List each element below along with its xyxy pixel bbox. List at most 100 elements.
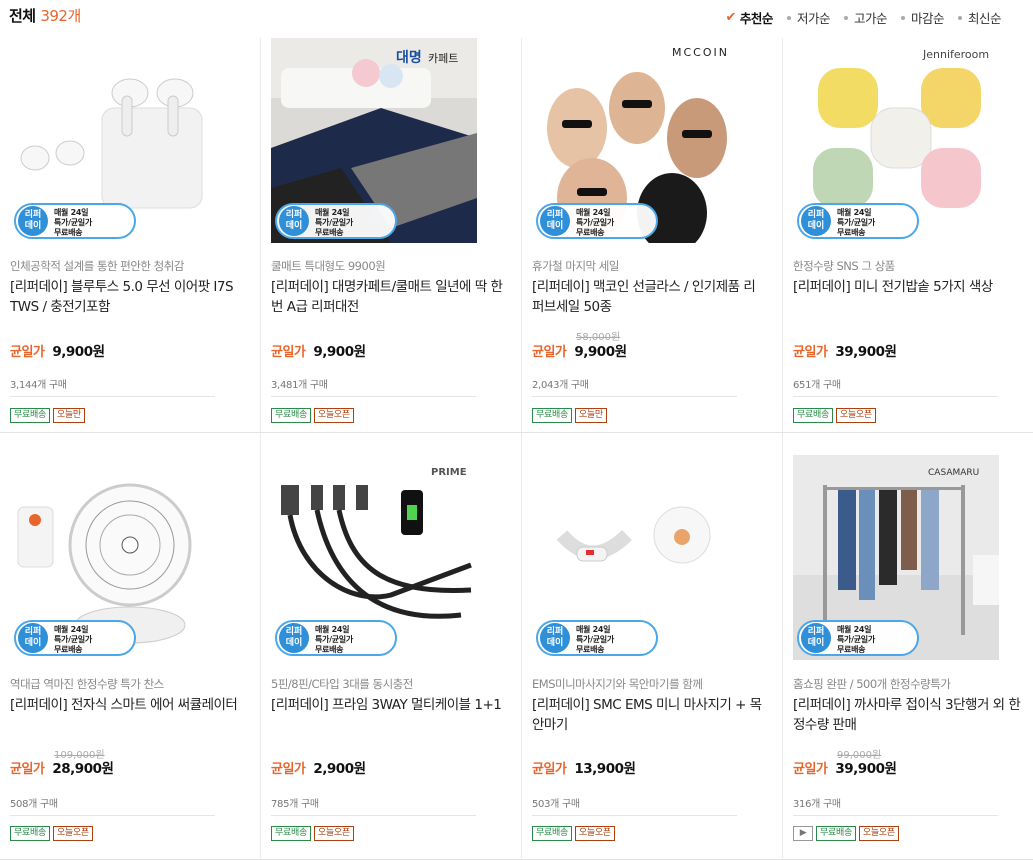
product-card[interactable]: PRIME 리퍼 데이 매월 24일 특가/균일가 무료배송 5핀/8핀/C타입 3대…	[261, 433, 522, 859]
hanger-image[interactable]: CASAMARU 리퍼 데이 매월 24일 특가/균일가 무료배송	[793, 455, 999, 660]
sort-closing[interactable]: 마감순	[900, 8, 945, 27]
product-card[interactable]: CASAMARU 리퍼 데이 매월 24일 특가/균일가 무료배송홈쇼핑 완판 / …	[783, 433, 1033, 859]
refurb-day-circle: 리퍼 데이	[801, 206, 831, 236]
price-row: 균일가 2,900원	[271, 757, 366, 777]
product-card[interactable]: 리퍼 데이 매월 24일 특가/균일가 무료배송 EMS미니마사지기와 목안마기를 …	[522, 433, 783, 859]
price-label: 균일가	[793, 762, 828, 777]
price-label: 균일가	[271, 762, 306, 777]
refurb-day-circle: 리퍼 데이	[540, 623, 570, 653]
product-title[interactable]: [리퍼데이] 맥코인 선글라스 / 인기제품 리퍼브세일 50종	[532, 277, 764, 317]
bullet-icon	[900, 15, 905, 20]
purchase-count: 3,481개 구매	[271, 380, 328, 391]
product-tags: 무료배송 오늘오픈	[793, 408, 876, 423]
refurb-day-text: 매월 24일 특가/균일가 무료배송	[837, 208, 875, 237]
refurb-day-text: 매월 24일 특가/균일가 무료배송	[315, 625, 353, 654]
massager-image[interactable]: 리퍼 데이 매월 24일 특가/균일가 무료배송	[532, 455, 738, 660]
svg-text:MCCOIN: MCCOIN	[672, 46, 729, 59]
refurb-day-text: 매월 24일 특가/균일가 무료배송	[54, 208, 92, 237]
product-tag: 오늘오픈	[313, 826, 354, 841]
total-count-value: 392개	[40, 7, 81, 25]
product-subtitle: 인체공학적 설계를 통한 편안한 청취감	[10, 259, 184, 273]
divider	[10, 815, 215, 816]
product-tag: 오늘오픈	[574, 826, 615, 841]
product-price: 28,900원	[52, 761, 114, 777]
sunglasses-image[interactable]: MCCOIN 리퍼 데이 매월 24일 특가/균일가 무료배송	[532, 38, 738, 243]
cable-image[interactable]: PRIME 리퍼 데이 매월 24일 특가/균일가 무료배송	[271, 455, 477, 660]
purchase-count: 3,144개 구매	[10, 380, 67, 391]
price-label: 균일가	[532, 762, 567, 777]
divider	[793, 815, 998, 816]
sort-recommended[interactable]: ✔ 추천순	[726, 8, 774, 27]
price-label: 균일가	[10, 345, 45, 360]
product-tag: 오늘오픈	[858, 826, 899, 841]
divider	[532, 815, 737, 816]
product-title[interactable]: [리퍼데이] SMC EMS 미니 마사지기 + 목안마기	[532, 695, 764, 735]
product-title[interactable]: [리퍼데이] 프라임 3WAY 멀티케이블 1+1	[271, 695, 503, 715]
carpet-image[interactable]: 대명 카페트 리퍼 데이 매월 24일 특가/균일가 무료배송	[271, 38, 477, 243]
price-row: 균일가 39,900원	[793, 757, 897, 777]
product-tag: 무료배송	[271, 826, 311, 841]
earbuds-image[interactable]: 리퍼 데이 매월 24일 특가/균일가 무료배송	[10, 38, 216, 243]
refurb-day-badge: 리퍼 데이 매월 24일 특가/균일가 무료배송	[275, 620, 397, 656]
product-subtitle: 쿨매트 특대형도 9900원	[271, 259, 386, 273]
product-card[interactable]: Jenniferoom 리퍼 데이 매월 24일 특가/균일가 무료배송한정수량 S…	[783, 38, 1033, 432]
product-subtitle: EMS미니마사지기와 목안마기를 함께	[532, 677, 703, 691]
product-tag: 무료배송	[10, 408, 50, 423]
rice-cooker-image[interactable]: Jenniferoom 리퍼 데이 매월 24일 특가/균일가 무료배송	[793, 38, 999, 243]
refurb-day-badge: 리퍼 데이 매월 24일 특가/균일가 무료배송	[14, 620, 136, 656]
list-header: 전체 392개 ✔ 추천순 저가순 고가순 마감순 최신순	[0, 0, 1033, 34]
refurb-day-circle: 리퍼 데이	[540, 206, 570, 236]
product-title[interactable]: [리퍼데이] 블루투스 5.0 무선 이어팟 I7S TWS / 충전기포함	[10, 277, 242, 317]
price-label: 균일가	[271, 345, 306, 360]
refurb-day-badge: 리퍼 데이 매월 24일 특가/균일가 무료배송	[536, 620, 658, 656]
product-tag: 무료배송	[816, 826, 856, 841]
product-tag: 오늘만	[52, 408, 85, 423]
refurb-day-text: 매월 24일 특가/균일가 무료배송	[576, 208, 614, 237]
product-row: 리퍼 데이 매월 24일 특가/균일가 무료배송 인체공학적 설계를 통한 편안한 …	[0, 38, 1033, 433]
purchase-count: 785개 구매	[271, 799, 319, 810]
product-title[interactable]: [리퍼데이] 전자식 스마트 에어 써큘레이터	[10, 695, 242, 715]
product-price: 9,900원	[52, 344, 105, 360]
refurb-day-badge: 리퍼 데이 매월 24일 특가/균일가 무료배송	[797, 620, 919, 656]
refurb-day-badge: 리퍼 데이 매월 24일 특가/균일가 무료배송	[797, 203, 919, 239]
product-tags: 무료배송 오늘오픈	[10, 826, 93, 841]
price-row: 균일가 9,900원	[10, 340, 105, 360]
svg-text:PRIME: PRIME	[431, 467, 467, 478]
product-tag: 무료배송	[793, 408, 833, 423]
sort-high-price[interactable]: 고가순	[843, 8, 887, 27]
product-card[interactable]: MCCOIN 리퍼 데이 매월 24일 특가/균일가 무료배송 휴가철 마지막 세일 […	[522, 38, 783, 432]
price-row: 균일가 28,900원	[10, 757, 114, 777]
refurb-day-circle: 리퍼 데이	[801, 623, 831, 653]
price-label: 균일가	[10, 762, 45, 777]
sort-newest[interactable]: 최신순	[957, 8, 1002, 27]
product-subtitle: 홈쇼핑 완판 / 500개 한정수량특가	[793, 677, 951, 691]
sort-low-price[interactable]: 저가순	[786, 8, 830, 27]
product-subtitle: 한정수량 SNS 그 상품	[793, 259, 895, 273]
fan-image[interactable]: 리퍼 데이 매월 24일 특가/균일가 무료배송	[10, 455, 216, 660]
product-title[interactable]: [리퍼데이] 대명카페트/쿨매트 일년에 딱 한번 A급 리퍼대전	[271, 277, 503, 317]
product-card[interactable]: 리퍼 데이 매월 24일 특가/균일가 무료배송 역대급 역마진 한정수량 특가 찬…	[0, 433, 261, 859]
product-card[interactable]: 대명 카페트 리퍼 데이 매월 24일 특가/균일가 무료배송쿨매트 특대형도 990…	[261, 38, 522, 432]
sort-label: 마감순	[910, 11, 945, 26]
svg-text:대명: 대명	[396, 49, 422, 66]
refurb-day-text: 매월 24일 특가/균일가 무료배송	[576, 625, 614, 654]
play-icon[interactable]: ▶	[793, 826, 813, 841]
refurb-day-text: 매월 24일 특가/균일가 무료배송	[54, 625, 92, 654]
sort-label: 추천순	[739, 11, 774, 26]
product-title[interactable]: [리퍼데이] 미니 전기밥솥 5가지 색상	[793, 277, 1025, 297]
refurb-day-badge: 리퍼 데이 매월 24일 특가/균일가 무료배송	[14, 203, 136, 239]
purchase-count: 508개 구매	[10, 799, 58, 810]
price-row: 균일가 13,900원	[532, 757, 636, 777]
product-tags: ▶ 무료배송 오늘오픈	[793, 826, 899, 841]
total-label: 전체	[9, 7, 36, 25]
svg-text:Jenniferoom: Jenniferoom	[922, 48, 989, 61]
product-tag: 오늘오픈	[835, 408, 876, 423]
product-card[interactable]: 리퍼 데이 매월 24일 특가/균일가 무료배송인체공학적 설계를 통한 편안한 …	[0, 38, 261, 432]
product-price: 2,900원	[313, 761, 366, 777]
price-row: 균일가 39,900원	[793, 340, 897, 360]
product-tag: 오늘오픈	[52, 826, 93, 841]
purchase-count: 503개 구매	[532, 799, 580, 810]
divider	[10, 396, 215, 397]
product-title[interactable]: [리퍼데이] 까사마루 접이식 3단행거 외 한정수량 판매	[793, 695, 1025, 735]
purchase-count: 316개 구매	[793, 799, 841, 810]
